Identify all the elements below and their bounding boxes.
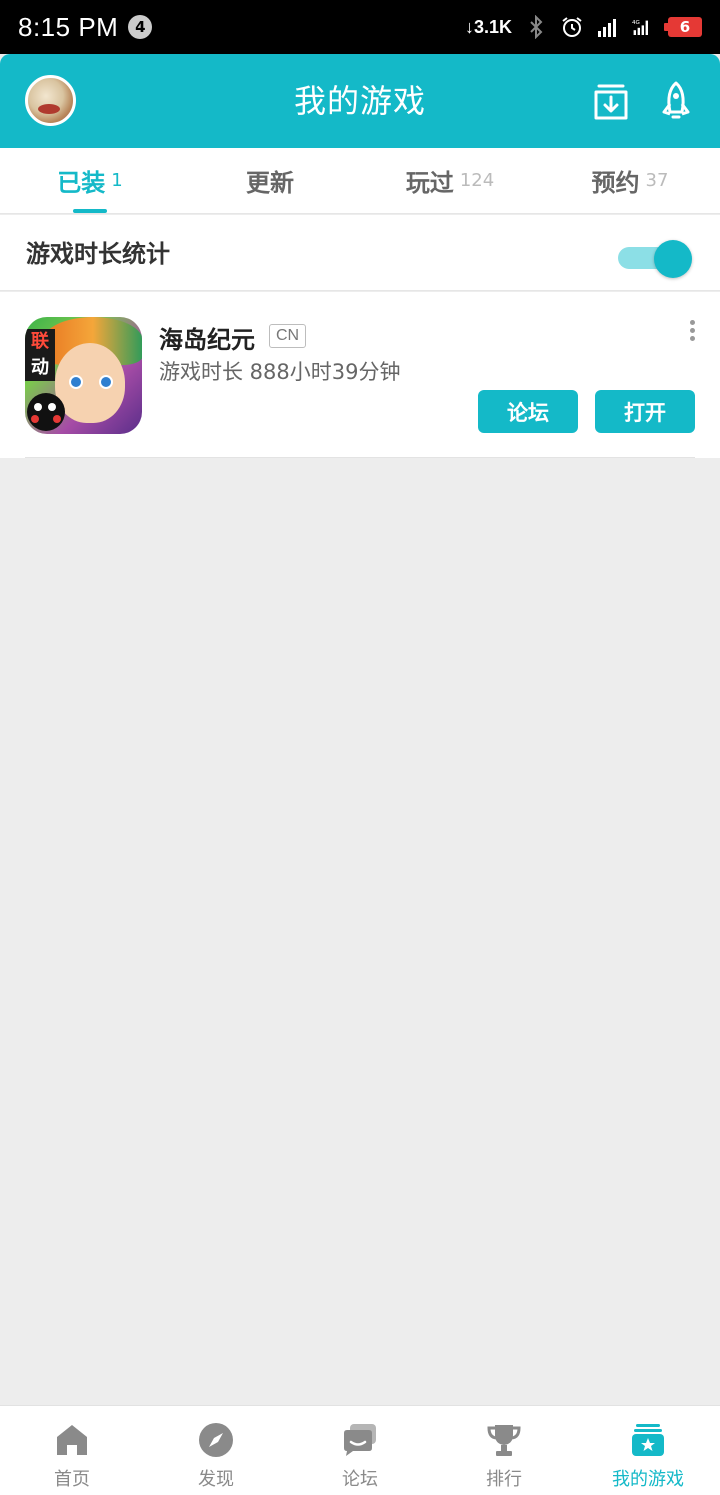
nav-forum[interactable]: 论坛 [288,1406,432,1495]
nav-label: 排行 [486,1469,522,1490]
nav-discover[interactable]: 发现 [144,1406,288,1495]
collab-tag: 联 动 [25,329,55,381]
tab-label: 已装 [57,169,106,197]
nav-label: 发现 [198,1469,234,1490]
tab-reserved[interactable]: 预约 37 [540,148,720,213]
download-manager-icon[interactable] [591,80,631,122]
bear-mascot-icon [27,393,65,431]
my-games-icon [632,1424,664,1456]
battery-indicator: 6 [664,17,702,37]
forum-button[interactable]: 论坛 [478,390,578,433]
svg-text:4G: 4G [632,20,640,26]
compass-icon [199,1423,233,1457]
tab-count: 124 [459,170,495,191]
icon-art-face [55,343,125,423]
tab-count: 37 [645,170,669,191]
game-icon[interactable]: 联 动 [25,317,142,434]
tab-updates[interactable]: 更新 [180,148,360,213]
open-button[interactable]: 打开 [595,390,695,433]
icon-art-eye [69,375,83,389]
tab-count: 1 [111,170,123,191]
nav-label: 我的游戏 [612,1469,684,1490]
tab-label: 更新 [246,169,294,197]
status-bar: 8:15 PM 4 ↓3.1K 4G 6 [0,0,720,54]
nav-home[interactable]: 首页 [0,1406,144,1495]
notification-badge: 4 [128,15,153,39]
tab-label: 预约 [591,169,640,197]
playtime-stats-row: 游戏时长统计 [0,215,720,291]
alarm-icon [562,17,582,37]
playtime-stats-toggle[interactable] [616,239,692,278]
app-header: 我的游戏 [0,54,720,148]
game-name: 海岛纪元 [159,326,255,354]
signal-4g-icon: 4G [632,20,648,35]
tab-label: 玩过 [405,169,454,197]
bottom-nav: 首页 发现 论坛 排行 我的游戏 [0,1405,720,1495]
nav-label: 首页 [54,1469,90,1490]
status-time: 8:15 PM [18,11,119,42]
playtime-stats-label: 游戏时长统计 [26,240,170,268]
tab-played[interactable]: 玩过 124 [360,148,540,213]
nav-ranking[interactable]: 排行 [432,1406,576,1495]
forum-icon [344,1424,376,1456]
nav-my-games[interactable]: 我的游戏 [576,1406,720,1495]
tab-bar: 已装 1 更新 玩过 124 预约 37 [0,148,720,214]
trophy-icon [487,1425,521,1456]
tab-installed[interactable]: 已装 1 [0,148,180,213]
game-playtime: 游戏时长 888小时39分钟 [159,360,401,384]
icon-art-eye [99,375,113,389]
tab-indicator [73,209,107,213]
divider [25,457,695,458]
game-list-item[interactable]: 联 动 海岛纪元 CN 游戏时长 888小时39分钟 论坛 打开 [0,292,720,458]
bluetooth-icon [530,15,543,39]
region-badge: CN [269,324,307,348]
nav-label: 论坛 [342,1469,378,1490]
rocket-icon[interactable] [656,80,696,122]
home-icon [57,1425,87,1455]
toggle-knob [654,240,692,278]
net-speed: ↓3.1K [464,16,512,37]
more-options-icon[interactable] [682,320,702,346]
signal-icon [598,19,616,37]
